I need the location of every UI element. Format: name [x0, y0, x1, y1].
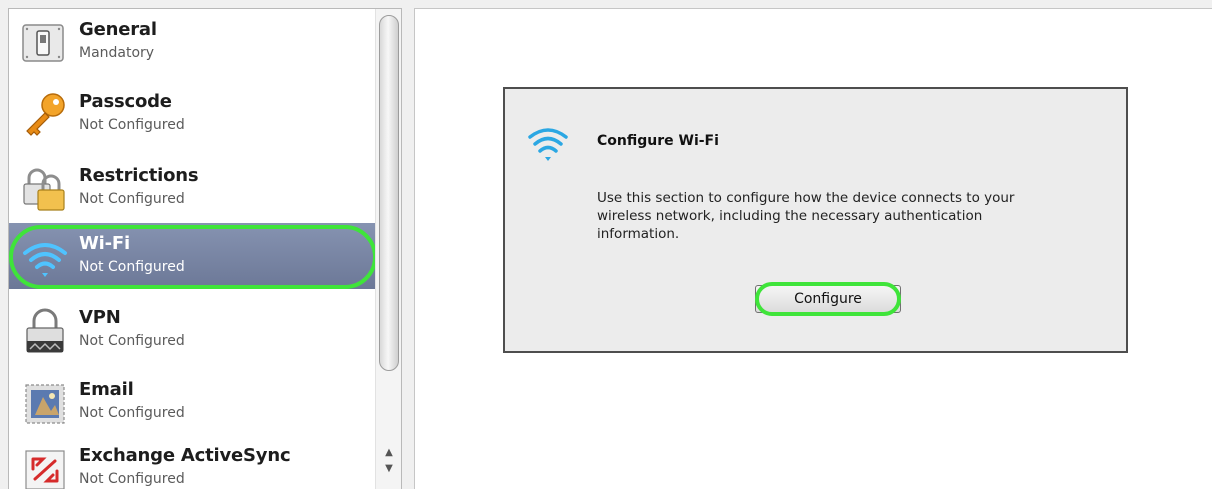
dialog-title: Configure Wi-Fi: [597, 133, 719, 149]
sidebar-item-status: Not Configured: [79, 259, 185, 275]
payload-sidebar: General Mandatory Passcode Not Configure…: [8, 8, 402, 489]
sidebar-item-passcode[interactable]: Passcode Not Configured: [9, 81, 375, 147]
sidebar-scrollbar[interactable]: ▲ ▼: [375, 9, 401, 489]
sidebar-item-status: Not Configured: [79, 405, 185, 421]
sidebar-item-status: Not Configured: [79, 191, 185, 207]
sidebar-item-label: Wi-Fi: [79, 233, 130, 254]
scroll-down-icon[interactable]: ▼: [380, 461, 398, 477]
sidebar-item-label: General: [79, 19, 157, 40]
sidebar-item-label: Restrictions: [79, 165, 199, 186]
sidebar-item-email[interactable]: Email Not Configured: [9, 369, 375, 435]
dialog-description: Use this section to configure how the de…: [597, 190, 1015, 242]
scroll-up-icon[interactable]: ▲: [380, 445, 398, 461]
vpn-lock-icon: [26, 308, 64, 353]
exchange-icon: [25, 450, 65, 489]
sidebar-item-status: Mandatory: [79, 45, 155, 61]
sidebar-item-exchange-activesync[interactable]: Exchange ActiveSync Not Configured: [9, 435, 375, 489]
email-stamp-icon: [25, 384, 65, 424]
sidebar-item-status: Not Configured: [79, 333, 185, 349]
configure-wifi-dialog: Configure Wi-Fi Use this section to conf…: [503, 87, 1128, 353]
sidebar-item-wifi[interactable]: Wi-Fi Not Configured: [9, 223, 375, 289]
sidebar-item-label: VPN: [79, 307, 121, 328]
sidebar-item-label: Passcode: [79, 91, 172, 112]
sidebar-item-general[interactable]: General Mandatory: [9, 9, 375, 75]
configure-button[interactable]: Configure: [755, 285, 901, 313]
padlocks-icon: [23, 168, 65, 211]
key-icon: [26, 93, 65, 136]
wifi-icon: [23, 243, 67, 277]
sidebar-item-label: Exchange ActiveSync: [79, 445, 291, 466]
switch-icon: [22, 24, 64, 62]
app-window: General Mandatory Passcode Not Configure…: [0, 0, 1212, 489]
sidebar-item-vpn[interactable]: VPN Not Configured: [9, 297, 375, 363]
sidebar-item-status: Not Configured: [79, 117, 185, 133]
sidebar-item-label: Email: [79, 379, 134, 400]
scrollbar-thumb[interactable]: [379, 15, 399, 371]
sidebar-item-status: Not Configured: [79, 471, 185, 487]
wifi-icon: [528, 128, 568, 161]
content-panel: Configure Wi-Fi Use this section to conf…: [414, 8, 1212, 489]
sidebar-item-restrictions[interactable]: Restrictions Not Configured: [9, 155, 375, 221]
